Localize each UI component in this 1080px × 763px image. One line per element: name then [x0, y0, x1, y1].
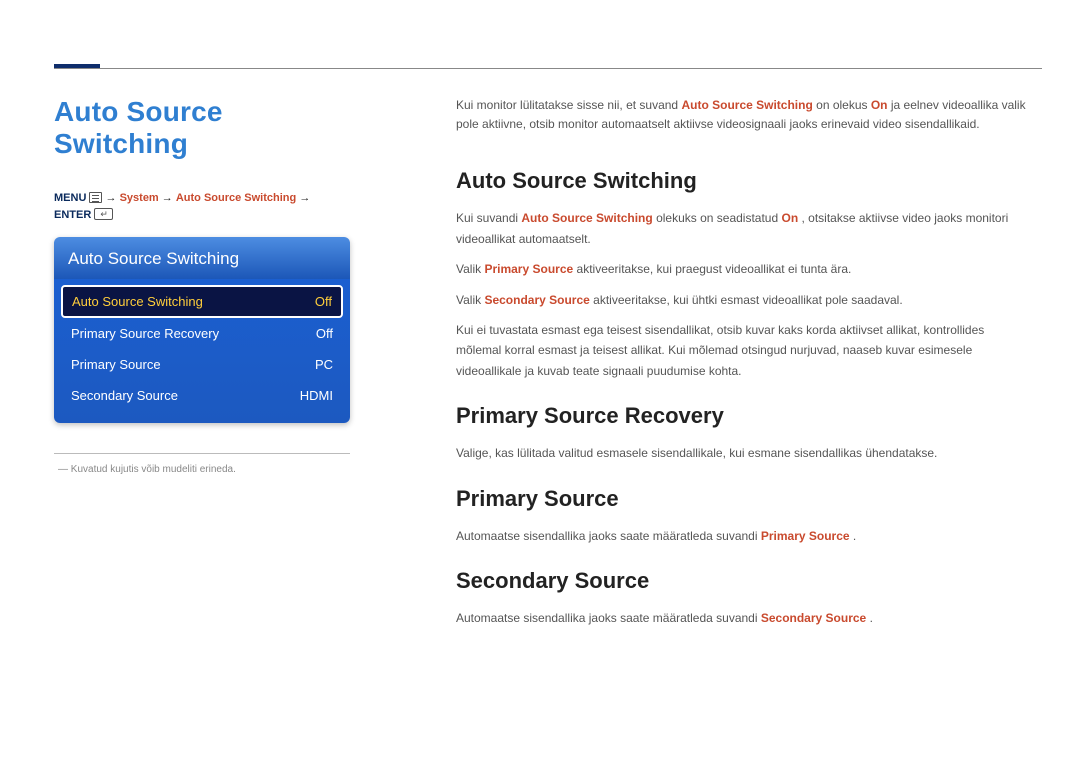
section-heading-secondary-source: Secondary Source: [456, 568, 1032, 594]
paragraph: Valik Primary Source aktiveeritakse, kui…: [456, 259, 1032, 279]
osd-title: Auto Source Switching: [54, 237, 350, 279]
top-divider: [54, 68, 1042, 69]
term-auto-source-switching: Auto Source Switching: [681, 98, 812, 112]
section-heading-auto-source-switching: Auto Source Switching: [456, 168, 1032, 194]
arrow-icon: →: [106, 192, 117, 204]
text: aktiveeritakse, kui ühtki esmast videoal…: [593, 293, 903, 307]
text: Kui monitor lülitatakse sisse nii, et su…: [456, 98, 681, 112]
osd-row-value: PC: [315, 357, 333, 372]
paragraph: Kui ei tuvastata esmast ega teisest sise…: [456, 320, 1032, 381]
osd-row-value: HDMI: [300, 388, 333, 403]
enter-icon: [94, 208, 113, 220]
term-secondary-source: Secondary Source: [761, 611, 866, 625]
arrow-icon: →: [299, 192, 310, 204]
osd-row-label: Secondary Source: [71, 388, 178, 403]
section-heading-primary-source-recovery: Primary Source Recovery: [456, 403, 1032, 429]
osd-row-primary-source[interactable]: Primary Source PC: [61, 349, 343, 380]
page-title: Auto Source Switching: [54, 96, 350, 160]
footnote-text: Kuvatud kujutis võib mudeliti erineda.: [71, 464, 236, 475]
footnote: ― Kuvatud kujutis võib mudeliti erineda.: [58, 464, 350, 475]
term-on: On: [781, 211, 798, 225]
osd-row-value: Off: [316, 326, 333, 341]
osd-row-auto-source-switching[interactable]: Auto Source Switching Off: [61, 285, 343, 318]
osd-row-label: Primary Source Recovery: [71, 326, 219, 341]
osd-row-label: Auto Source Switching: [72, 294, 203, 309]
osd-row-label: Primary Source: [71, 357, 161, 372]
breadcrumb-system: System: [120, 192, 159, 204]
osd-row-primary-source-recovery[interactable]: Primary Source Recovery Off: [61, 318, 343, 349]
menu-icon: [89, 192, 102, 203]
osd-row-secondary-source[interactable]: Secondary Source HDMI: [61, 380, 343, 411]
term-primary-source: Primary Source: [484, 262, 573, 276]
text: .: [853, 529, 856, 543]
arrow-icon: →: [162, 192, 173, 204]
text: Valik: [456, 293, 484, 307]
text: on olekus: [816, 98, 871, 112]
text: Automaatse sisendallika jaoks saate määr…: [456, 611, 761, 625]
osd-panel: Auto Source Switching Auto Source Switch…: [54, 237, 350, 423]
text: Valik: [456, 262, 484, 276]
left-column: Auto Source Switching MENU → System → Au…: [54, 96, 350, 475]
breadcrumb: MENU → System → Auto Source Switching → …: [54, 190, 350, 223]
left-divider: [54, 453, 350, 454]
paragraph: Valige, kas lülitada valitud esmasele si…: [456, 443, 1032, 463]
term-auto-source-switching: Auto Source Switching: [521, 211, 652, 225]
paragraph: Valik Secondary Source aktiveeritakse, k…: [456, 290, 1032, 310]
breadcrumb-auto-source-switching: Auto Source Switching: [176, 192, 296, 204]
breadcrumb-menu: MENU: [54, 192, 86, 204]
text: olekuks on seadistatud: [656, 211, 781, 225]
footnote-dash: ―: [58, 464, 68, 475]
right-column: Kui monitor lülitatakse sisse nii, et su…: [456, 96, 1032, 638]
term-primary-source: Primary Source: [761, 529, 850, 543]
paragraph: Automaatse sisendallika jaoks saate määr…: [456, 608, 1032, 628]
text: Kui suvandi: [456, 211, 521, 225]
osd-row-value: Off: [315, 294, 332, 309]
section-heading-primary-source: Primary Source: [456, 486, 1032, 512]
text: aktiveeritakse, kui praegust videoallika…: [577, 262, 852, 276]
breadcrumb-enter: ENTER: [54, 209, 91, 221]
osd-body: Auto Source Switching Off Primary Source…: [54, 279, 350, 423]
term-secondary-source: Secondary Source: [484, 293, 589, 307]
intro-paragraph: Kui monitor lülitatakse sisse nii, et su…: [456, 96, 1032, 134]
paragraph: Automaatse sisendallika jaoks saate määr…: [456, 526, 1032, 546]
text: .: [870, 611, 873, 625]
text: Automaatse sisendallika jaoks saate määr…: [456, 529, 761, 543]
paragraph: Kui suvandi Auto Source Switching olekuk…: [456, 208, 1032, 249]
term-on: On: [871, 98, 888, 112]
